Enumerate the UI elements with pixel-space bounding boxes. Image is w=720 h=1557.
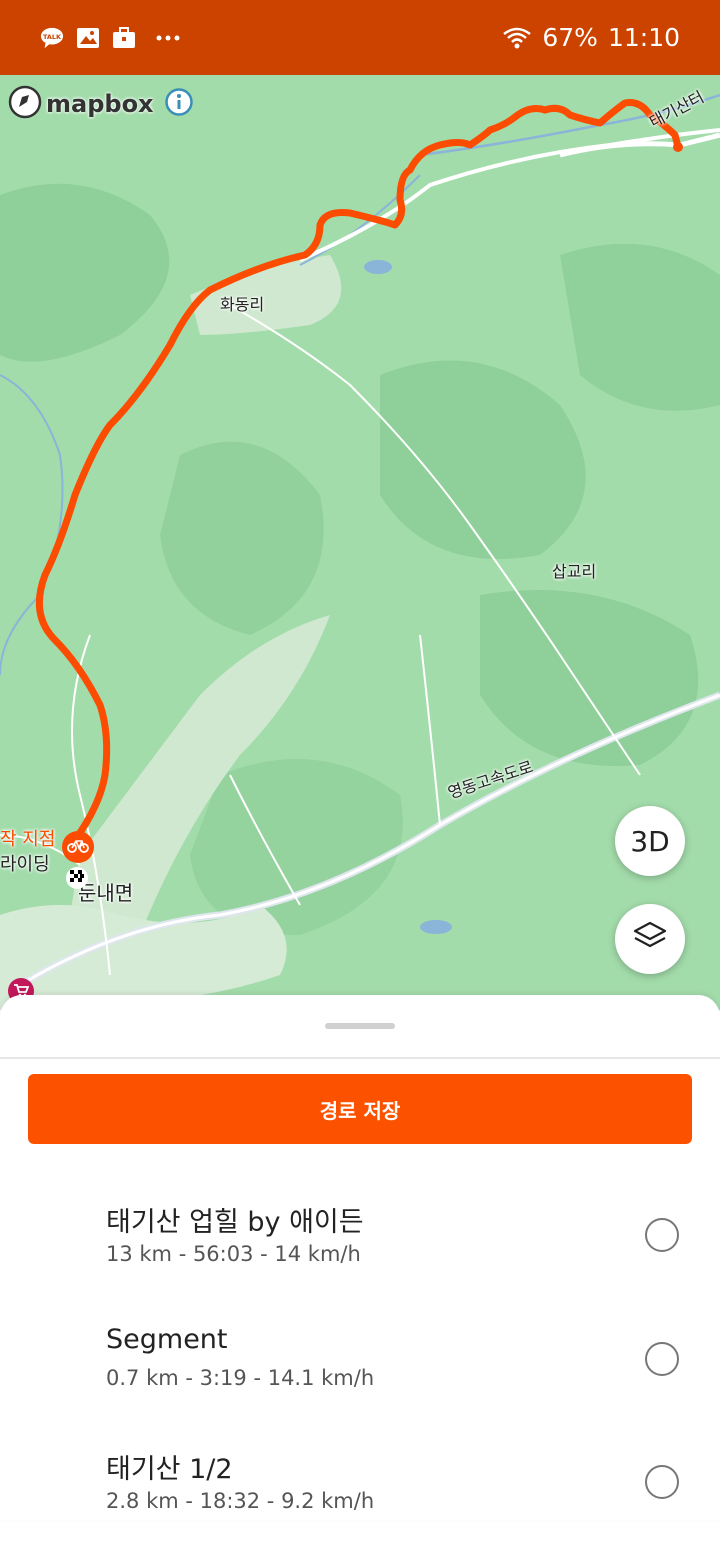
label-sapgyo: 삽교리 <box>552 562 597 581</box>
talk-badge-text: TALK <box>43 32 62 40</box>
sheet-drag-handle[interactable] <box>325 1023 395 1029</box>
briefcase-icon <box>112 26 136 50</box>
kakaotalk-icon: TALK <box>40 26 64 50</box>
bottom-sheet: 경로 저장 태기산 업힐 by 애이든 13 km - 56:03 - 14 k… <box>0 995 720 1520</box>
route-option[interactable]: Segment 0.7 km - 3:19 - 14.1 km/h <box>0 1324 720 1434</box>
checkered-flag-icon <box>70 869 84 888</box>
status-bar: TALK 67% 11:10 <box>0 0 720 75</box>
label-riding: 라이딩 <box>0 854 50 875</box>
info-icon[interactable] <box>164 87 194 121</box>
label-hwadong: 화동리 <box>220 295 265 314</box>
label-start-point: 작 지점 <box>0 829 56 850</box>
route-name: 태기산 1/2 <box>106 1454 233 1485</box>
battery-text: 67% <box>542 23 598 52</box>
map-terrain <box>0 75 720 1010</box>
sheet-divider <box>0 1057 720 1059</box>
map-view[interactable]: mapbox 화동리 삽교리 영동고속도로 태기산터 작 지점 라이딩 둔내면 … <box>0 75 720 1010</box>
route-radio[interactable] <box>645 1342 679 1376</box>
route-option[interactable]: 태기산 1/2 2.8 km - 18:32 - 9.2 km/h <box>0 1447 720 1557</box>
route-option[interactable]: 태기산 업힐 by 애이든 13 km - 56:03 - 14 km/h <box>0 1200 720 1310</box>
map-layers-button[interactable] <box>615 904 685 974</box>
wifi-icon <box>502 26 532 50</box>
route-end-marker <box>673 142 683 152</box>
route-meta: 2.8 km - 18:32 - 9.2 km/h <box>106 1489 375 1513</box>
route-meta: 13 km - 56:03 - 14 km/h <box>106 1242 361 1266</box>
route-name: Segment <box>106 1324 228 1355</box>
mapbox-attribution[interactable]: mapbox <box>8 85 194 123</box>
route-radio[interactable] <box>645 1218 679 1252</box>
route-name: 태기산 업힐 by 애이든 <box>106 1207 364 1238</box>
start-bike-marker[interactable] <box>62 831 94 863</box>
gallery-icon <box>76 26 100 50</box>
mapbox-logo-icon <box>8 85 42 123</box>
mapbox-wordmark: mapbox <box>46 90 154 118</box>
clock-text: 11:10 <box>607 23 680 52</box>
finish-flag-marker <box>66 867 88 889</box>
more-icon <box>156 26 180 50</box>
save-route-button[interactable]: 경로 저장 <box>28 1074 692 1144</box>
route-meta: 0.7 km - 3:19 - 14.1 km/h <box>106 1366 375 1390</box>
bike-icon <box>67 837 89 857</box>
route-radio[interactable] <box>645 1465 679 1499</box>
layers-icon <box>632 920 668 959</box>
3d-toggle-button[interactable]: 3D <box>615 806 685 876</box>
